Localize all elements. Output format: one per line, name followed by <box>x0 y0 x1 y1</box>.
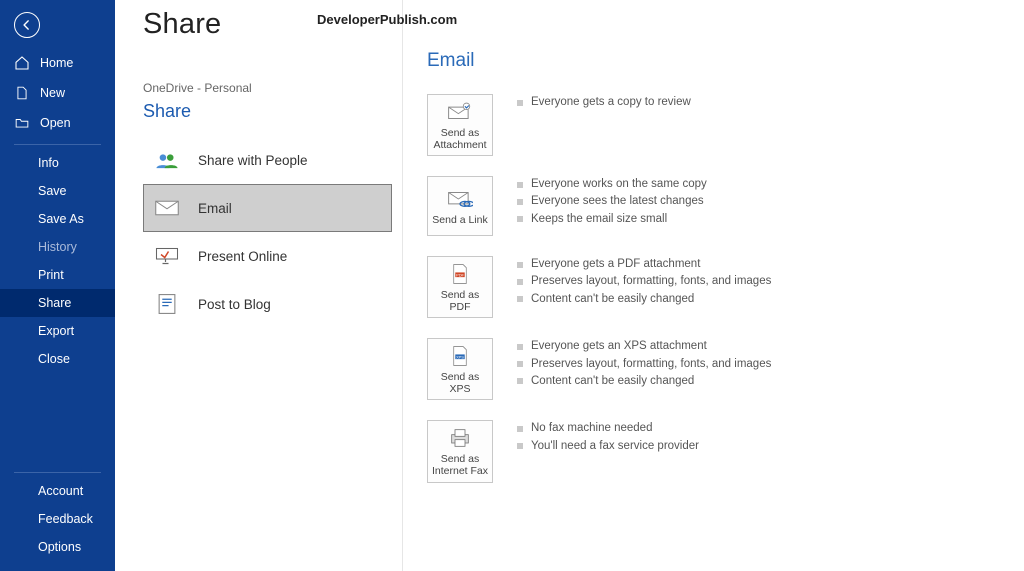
bullet-icon <box>517 426 523 432</box>
nav-saveas[interactable]: Save As <box>0 205 115 233</box>
share-present-label: Present Online <box>198 249 287 264</box>
svg-text:XPS: XPS <box>456 355 464 360</box>
share-email[interactable]: Email <box>143 184 392 232</box>
breadcrumb: OneDrive - Personal <box>143 81 392 95</box>
bullet-icon <box>517 100 523 106</box>
backstage-sidebar: Home New Open Info Save Save As History … <box>0 0 115 571</box>
bullet-list: Everyone gets a copy to review <box>517 94 691 111</box>
bullet-icon <box>517 182 523 188</box>
blog-post-icon <box>154 293 180 315</box>
nav-options[interactable]: Options <box>0 533 115 561</box>
share-with-people-label: Share with People <box>198 153 308 168</box>
bullet-icon <box>517 199 523 205</box>
document-new-icon <box>14 85 30 101</box>
tile-label: Send as Attachment <box>430 127 490 151</box>
svg-text:PDF: PDF <box>456 272 464 277</box>
arrow-left-icon <box>20 18 34 32</box>
nav-export[interactable]: Export <box>0 317 115 345</box>
nav-home-label: Home <box>40 56 73 70</box>
nav-history[interactable]: History <box>0 233 115 261</box>
back-button[interactable] <box>14 12 40 38</box>
share-blog-label: Post to Blog <box>198 297 271 312</box>
bullet-icon <box>517 378 523 384</box>
nav-close[interactable]: Close <box>0 345 115 373</box>
link-envelope-icon <box>447 188 473 210</box>
bullet-icon <box>517 443 523 449</box>
attachment-envelope-icon <box>447 101 473 123</box>
send-as-attachment-button[interactable]: Send as Attachment <box>427 94 493 156</box>
nav-print[interactable]: Print <box>0 261 115 289</box>
nav-account[interactable]: Account <box>0 477 115 505</box>
envelope-icon <box>154 197 180 219</box>
nav-share[interactable]: Share <box>0 289 115 317</box>
people-icon <box>154 149 180 171</box>
folder-open-icon <box>14 115 30 131</box>
tile-label: Send as Internet Fax <box>430 453 490 477</box>
bullet-list: Everyone works on the same copy Everyone… <box>517 176 707 228</box>
send-as-internet-fax-button[interactable]: Send as Internet Fax <box>427 420 493 482</box>
share-present-online[interactable]: Present Online <box>143 232 392 280</box>
tile-label: Send as PDF <box>430 289 490 313</box>
nav-open-label: Open <box>40 116 71 130</box>
tile-label: Send as XPS <box>430 371 490 395</box>
bullet-icon <box>517 216 523 222</box>
divider <box>14 144 101 145</box>
tile-label: Send a Link <box>432 214 487 226</box>
home-icon <box>14 55 30 71</box>
share-category-panel: Share OneDrive - Personal Share Share wi… <box>115 0 403 571</box>
share-details-panel: DeveloperPublish.com Email Send as Attac… <box>403 0 1024 571</box>
fax-printer-icon <box>447 427 473 449</box>
divider <box>14 472 101 473</box>
bullet-list: Everyone gets a PDF attachment Preserves… <box>517 256 771 308</box>
nav-home[interactable]: Home <box>0 48 115 78</box>
presentation-icon <box>154 245 180 267</box>
bullet-icon <box>517 262 523 268</box>
nav-open[interactable]: Open <box>0 108 115 138</box>
share-post-blog[interactable]: Post to Blog <box>143 280 392 328</box>
share-email-label: Email <box>198 201 232 216</box>
nav-new[interactable]: New <box>0 78 115 108</box>
bullet-icon <box>517 344 523 350</box>
send-as-xps-button[interactable]: XPS Send as XPS <box>427 338 493 400</box>
nav-feedback[interactable]: Feedback <box>0 505 115 533</box>
share-with-people[interactable]: Share with People <box>143 136 392 184</box>
nav-info[interactable]: Info <box>0 149 115 177</box>
bullet-icon <box>517 361 523 367</box>
bullet-list: Everyone gets an XPS attachment Preserve… <box>517 338 771 390</box>
details-heading: Email <box>427 50 1004 72</box>
nav-new-label: New <box>40 86 65 100</box>
section-heading: Share <box>143 101 392 122</box>
pdf-document-icon: PDF <box>447 263 473 285</box>
nav-save[interactable]: Save <box>0 177 115 205</box>
bullet-list: No fax machine needed You'll need a fax … <box>517 420 699 455</box>
bullet-icon <box>517 279 523 285</box>
xps-document-icon: XPS <box>447 345 473 367</box>
send-as-pdf-button[interactable]: PDF Send as PDF <box>427 256 493 318</box>
send-a-link-button[interactable]: Send a Link <box>427 176 493 236</box>
bullet-icon <box>517 296 523 302</box>
watermark-text: DeveloperPublish.com <box>317 12 457 27</box>
